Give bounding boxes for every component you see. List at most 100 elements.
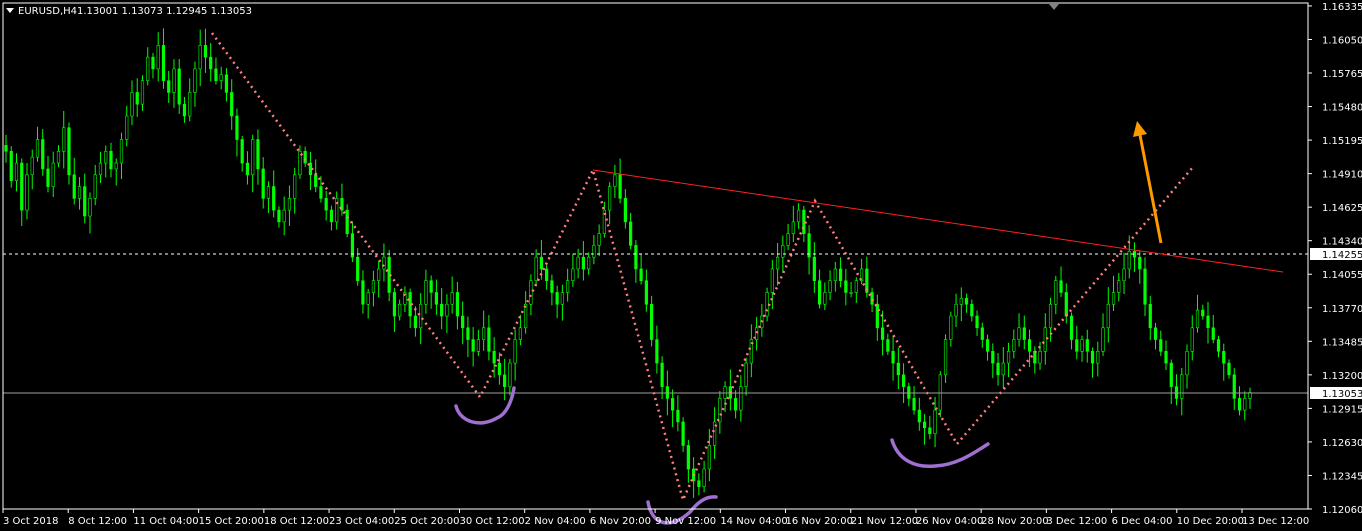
candle-body (51, 162, 55, 187)
candle-body (697, 480, 701, 487)
candle-body (272, 186, 276, 211)
candle-body (639, 268, 643, 282)
candle-body (366, 292, 370, 305)
candle-body (1127, 250, 1131, 270)
candle-body (356, 256, 360, 282)
candle-body (413, 315, 418, 329)
ohlc-label: 1.13001 1.13073 1.12945 1.13053 (77, 6, 252, 17)
candle-body (1153, 327, 1158, 340)
candle-body (177, 68, 181, 105)
candle-body (109, 150, 113, 170)
candle-body (985, 339, 990, 352)
candle-body (172, 68, 176, 93)
candle-body (466, 327, 470, 340)
candle-body (634, 245, 638, 270)
candle-body (77, 186, 82, 199)
candle-body (880, 327, 885, 340)
symbol-label: EURUSD,H4 (18, 6, 77, 17)
candle-body (928, 427, 932, 434)
candle-body (398, 303, 402, 317)
y-tick-label: 1.15765 (1322, 69, 1362, 80)
x-tick-label: 3 Dec 12:00 (1046, 516, 1107, 527)
y-tick-label: 1.13485 (1322, 337, 1362, 348)
candle-body (1211, 327, 1215, 340)
candle-body (424, 280, 428, 305)
candle-body (251, 139, 255, 176)
x-tick-label: 14 Nov 04:00 (720, 516, 787, 527)
candle-body (1101, 327, 1105, 352)
candle-body (739, 386, 743, 411)
candle-body (1201, 309, 1205, 317)
candle-body (1090, 351, 1095, 364)
candle-body (193, 68, 197, 93)
candle-body (933, 409, 937, 434)
candle-body (167, 80, 171, 93)
candle-body (964, 298, 969, 305)
candle-body (1222, 351, 1226, 364)
x-tick-label: 28 Nov 20:00 (981, 516, 1048, 527)
candle-body (256, 139, 260, 170)
x-tick-label: 3 Oct 2018 (3, 516, 58, 527)
price-chart[interactable]: EURUSD,H4 1.13001 1.13073 1.12945 1.1305… (0, 0, 1362, 531)
candle-body (1190, 327, 1194, 352)
candle-body (618, 174, 622, 199)
candle-body (151, 56, 155, 70)
candle-body (786, 233, 790, 246)
x-tick-label: 16 Nov 20:00 (786, 516, 853, 527)
candle-body (324, 198, 328, 211)
candle-body (587, 256, 591, 270)
candle-body (1012, 339, 1016, 352)
candle-body (72, 174, 76, 199)
candle-body (991, 351, 995, 364)
candle-body (182, 103, 187, 117)
y-tick-label: 1.16335 (1322, 2, 1362, 13)
candle-body (135, 92, 139, 105)
candle-body (812, 256, 816, 282)
candle-body (650, 303, 654, 340)
candle-body (1232, 374, 1236, 399)
candle-body (261, 168, 265, 199)
y-tick-label: 1.12630 (1322, 438, 1362, 449)
candle-body (361, 280, 365, 305)
candle-body (817, 280, 822, 305)
candle-body (781, 245, 785, 258)
candle-body (943, 339, 948, 376)
candle-body (293, 174, 297, 199)
candle-body (277, 209, 281, 223)
candle-body (98, 162, 103, 176)
candle-body (25, 174, 29, 211)
candle-body (844, 280, 848, 293)
y-tick-label: 1.14055 (1322, 270, 1362, 281)
candle-body (959, 298, 963, 305)
candle-body (770, 268, 774, 293)
candle-body (1038, 351, 1042, 364)
candle-body (1017, 327, 1021, 340)
candle-body (434, 292, 439, 305)
candle-body (1122, 268, 1126, 282)
candle-body (828, 280, 832, 293)
candle-body (681, 421, 685, 446)
candle-body (796, 209, 801, 223)
candle-body (597, 233, 601, 246)
candle-body (440, 303, 444, 317)
x-tick-label: 6 Dec 04:00 (1112, 516, 1173, 527)
candle-body (886, 339, 890, 352)
candle-body (9, 150, 13, 181)
candle-body (660, 362, 664, 387)
y-tick-label: 1.13770 (1322, 304, 1362, 315)
candle-body (371, 280, 376, 293)
candle-body (1169, 362, 1173, 387)
candle-body (534, 256, 538, 282)
candle-body (119, 139, 124, 164)
candle-body (1080, 339, 1084, 352)
candle-body (823, 292, 827, 305)
y-tick-label: 1.12345 (1322, 471, 1362, 482)
candle-body (345, 209, 349, 234)
candle-body (214, 68, 218, 81)
candle-body (392, 292, 397, 317)
candle-body (970, 303, 974, 317)
candle-body (996, 362, 1000, 376)
candle-body (922, 421, 927, 429)
candle-body (1075, 339, 1079, 352)
candle-body (1195, 309, 1200, 329)
